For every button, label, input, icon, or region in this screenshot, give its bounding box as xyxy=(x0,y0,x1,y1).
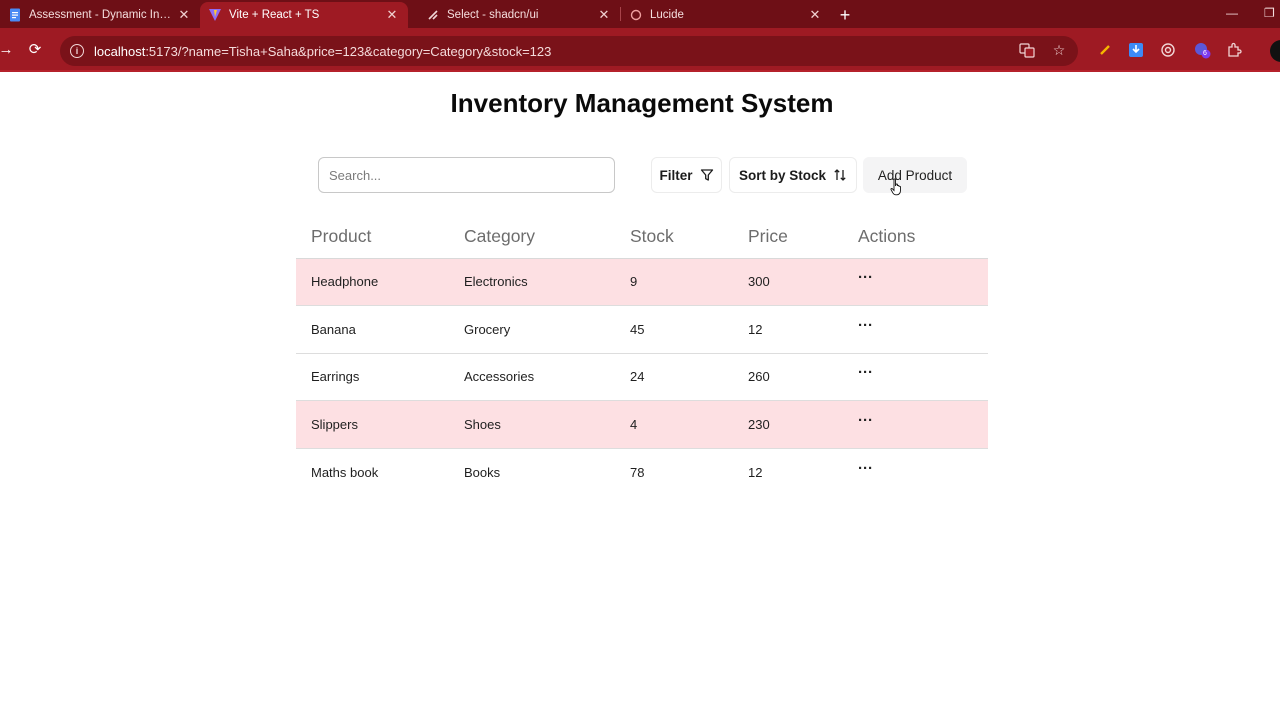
browser-tab-shadcn[interactable]: Select - shadcn/ui ✕ xyxy=(408,2,620,28)
extension-with-badge-icon[interactable]: 6 xyxy=(1192,40,1212,60)
cell-stock: 24 xyxy=(630,353,748,401)
download-icon[interactable] xyxy=(1126,40,1146,60)
column-header-stock[interactable]: Stock xyxy=(630,216,748,259)
more-actions-icon[interactable]: ··· xyxy=(858,461,873,476)
more-actions-icon[interactable]: ··· xyxy=(858,365,873,380)
forward-arrow-icon[interactable]: → xyxy=(0,34,14,64)
browser-tab-assessment[interactable]: Assessment - Dynamic Inventory ✕ xyxy=(0,2,200,28)
filter-label: Filter xyxy=(659,167,693,183)
filter-icon xyxy=(700,168,714,182)
vite-icon xyxy=(208,8,222,22)
lucide-icon xyxy=(629,8,643,22)
page-title: Inventory Management System xyxy=(450,88,834,118)
close-tab-icon[interactable]: ✕ xyxy=(807,7,823,23)
close-tab-icon[interactable]: ✕ xyxy=(176,7,192,23)
url-text[interactable]: localhost:5173/?name=Tisha+Saha&price=12… xyxy=(94,44,551,59)
maximize-window-icon[interactable]: ❐ xyxy=(1264,0,1275,26)
cell-stock: 9 xyxy=(630,258,748,306)
browser-tab-lucide[interactable]: Lucide ✕ xyxy=(621,2,831,28)
target-extension-icon[interactable] xyxy=(1158,40,1178,60)
cell-actions: ··· xyxy=(858,448,988,496)
tab-title: Vite + React + TS xyxy=(229,9,320,21)
cell-product: Banana xyxy=(296,305,464,354)
table-row: Slippers Shoes 4 230 ··· xyxy=(296,400,988,449)
cell-category: Grocery xyxy=(464,305,630,354)
table-row: Maths book Books 78 12 ··· xyxy=(296,448,988,496)
extension-badge: 6 xyxy=(1203,50,1207,57)
cell-stock: 4 xyxy=(630,400,748,449)
cell-product: Earrings xyxy=(296,353,464,401)
more-actions-icon[interactable]: ··· xyxy=(858,318,873,333)
tab-title: Select - shadcn/ui xyxy=(447,9,539,21)
pen-extension-icon[interactable] xyxy=(1095,40,1115,60)
search-input[interactable] xyxy=(318,157,615,193)
browser-tab-vite[interactable]: Vite + React + TS ✕ xyxy=(200,2,408,28)
tab-title: Assessment - Dynamic Inventory xyxy=(29,9,176,21)
sort-by-stock-button[interactable]: Sort by Stock xyxy=(729,157,857,193)
close-tab-icon[interactable]: ✕ xyxy=(596,7,612,23)
cell-price: 12 xyxy=(748,464,763,480)
cell-product: Headphone xyxy=(296,258,464,306)
column-header-category[interactable]: Category xyxy=(464,216,630,259)
hand-pointer-cursor-icon xyxy=(890,178,901,196)
bookmark-star-icon[interactable]: ☆ xyxy=(1050,41,1068,59)
reload-icon[interactable]: ⟳ xyxy=(20,34,50,64)
cell-category: Shoes xyxy=(464,400,630,449)
cell-product: Maths book xyxy=(311,464,379,480)
add-product-label: Add Product xyxy=(877,167,953,183)
table-header-row: Product Category Stock Price Actions xyxy=(296,216,988,259)
cell-stock: 78 xyxy=(630,464,645,480)
column-header-product[interactable]: Product xyxy=(296,216,464,259)
translate-icon[interactable] xyxy=(1018,41,1036,59)
cell-category: Books xyxy=(464,464,501,480)
cell-actions: ··· xyxy=(858,353,988,401)
shadcn-icon xyxy=(426,8,440,22)
cell-actions: ··· xyxy=(858,305,988,354)
document-icon xyxy=(8,8,22,22)
add-product-button[interactable]: Add Product xyxy=(863,157,967,193)
cell-category: Accessories xyxy=(464,353,630,401)
column-header-price[interactable]: Price xyxy=(748,216,858,259)
minimize-window-icon[interactable]: — xyxy=(1226,0,1238,26)
table-row: Headphone Electronics 9 300 ··· xyxy=(296,258,988,306)
puzzle-extensions-icon[interactable] xyxy=(1224,40,1244,60)
site-info-icon[interactable]: i xyxy=(70,44,84,58)
more-actions-icon[interactable]: ··· xyxy=(858,413,873,428)
cell-price: 300 xyxy=(748,258,858,306)
browser-tab-bar: Assessment - Dynamic Inventory ✕ Vite + … xyxy=(0,0,1280,28)
cell-price: 230 xyxy=(748,400,858,449)
new-tab-plus-icon[interactable]: + xyxy=(831,2,859,28)
cell-price: 12 xyxy=(748,305,858,354)
cell-actions: ··· xyxy=(858,258,988,306)
filter-button[interactable]: Filter xyxy=(651,157,722,193)
table-row: Banana Grocery 45 12 ··· xyxy=(296,305,988,354)
close-tab-icon[interactable]: ✕ xyxy=(384,7,400,23)
browser-toolbar: → ⟳ i localhost:5173/?name=Tisha+Saha&pr… xyxy=(0,28,1280,72)
tab-title: Lucide xyxy=(650,9,684,21)
cell-stock: 45 xyxy=(630,305,748,354)
arrow-up-down-icon xyxy=(833,168,847,182)
address-bar[interactable]: i localhost:5173/?name=Tisha+Saha&price=… xyxy=(60,36,1078,66)
cell-product: Slippers xyxy=(296,400,464,449)
more-actions-icon[interactable]: ··· xyxy=(858,270,873,285)
cell-actions: ··· xyxy=(858,400,988,449)
column-header-actions: Actions xyxy=(858,216,988,259)
sort-label: Sort by Stock xyxy=(738,167,827,183)
inventory-table: Product Category Stock Price Actions Hea… xyxy=(296,216,988,496)
cell-category: Electronics xyxy=(464,258,630,306)
cell-price: 260 xyxy=(748,353,858,401)
table-row: Earrings Accessories 24 260 ··· xyxy=(296,353,988,401)
